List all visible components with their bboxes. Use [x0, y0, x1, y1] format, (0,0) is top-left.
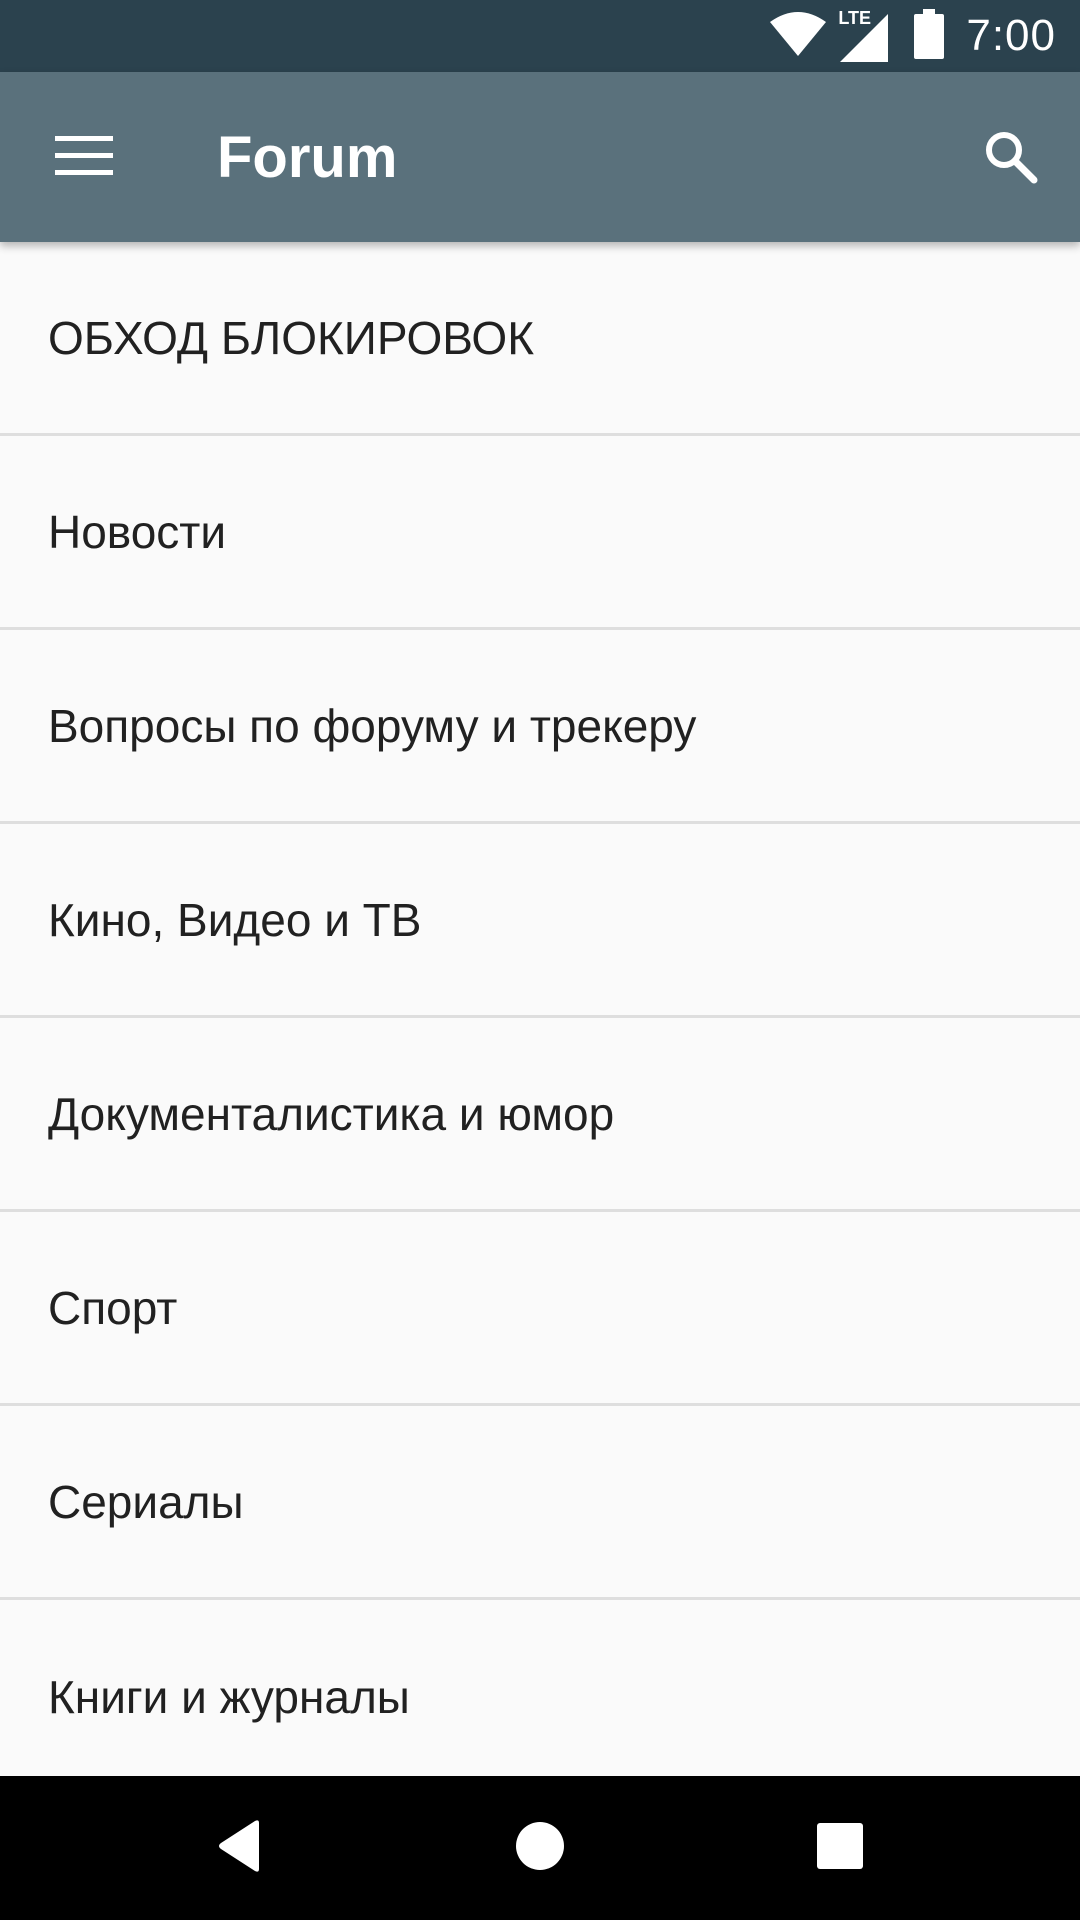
- app-bar: Forum: [0, 72, 1080, 242]
- page-title: Forum: [217, 124, 398, 190]
- forum-item-documentary[interactable]: Документалистика и юмор: [0, 1018, 1080, 1212]
- forum-item-news[interactable]: Новости: [0, 436, 1080, 630]
- navigation-bar: [0, 1776, 1080, 1920]
- list-item-label: Кино, Видео и ТВ: [48, 893, 422, 946]
- recents-icon: [817, 1822, 863, 1874]
- list-item-label: ОБХОД БЛОКИРОВОК: [48, 311, 535, 364]
- home-button[interactable]: [500, 1808, 580, 1888]
- forum-item-series[interactable]: Сериалы: [0, 1406, 1080, 1600]
- forum-item-sport[interactable]: Спорт: [0, 1212, 1080, 1406]
- wifi-icon: [770, 11, 827, 61]
- menu-button[interactable]: [44, 118, 124, 198]
- status-time: 7:00: [966, 11, 1056, 60]
- list-item-label: Сериалы: [48, 1475, 244, 1528]
- list-item-label: Книги и журналы: [48, 1671, 410, 1723]
- forum-item-movies[interactable]: Кино, Видео и ТВ: [0, 824, 1080, 1018]
- list-item-label: Новости: [48, 505, 227, 558]
- list-item-label: Документалистика и юмор: [48, 1087, 615, 1140]
- search-icon: [982, 128, 1038, 189]
- battery-icon: [914, 8, 945, 64]
- list-item-label: Спорт: [48, 1281, 178, 1334]
- status-icons: LTE 7:00: [770, 0, 1056, 72]
- list-item-label: Вопросы по форуму и трекеру: [48, 699, 697, 752]
- recents-button[interactable]: [800, 1808, 880, 1888]
- back-button[interactable]: [200, 1808, 280, 1888]
- forum-list: ОБХОД БЛОКИРОВОК Новости Вопросы по фору…: [0, 242, 1080, 1776]
- forum-item-bypass-blocks[interactable]: ОБХОД БЛОКИРОВОК: [0, 242, 1080, 436]
- search-button[interactable]: [970, 118, 1050, 198]
- status-bar: LTE 7:00: [0, 0, 1080, 72]
- back-icon: [215, 1819, 265, 1878]
- forum-item-books[interactable]: Книги и журналы: [0, 1600, 1080, 1776]
- cell-signal-icon: LTE: [836, 8, 892, 62]
- home-icon: [514, 1820, 566, 1877]
- forum-item-questions[interactable]: Вопросы по форуму и трекеру: [0, 630, 1080, 824]
- hamburger-menu-icon: [55, 135, 113, 181]
